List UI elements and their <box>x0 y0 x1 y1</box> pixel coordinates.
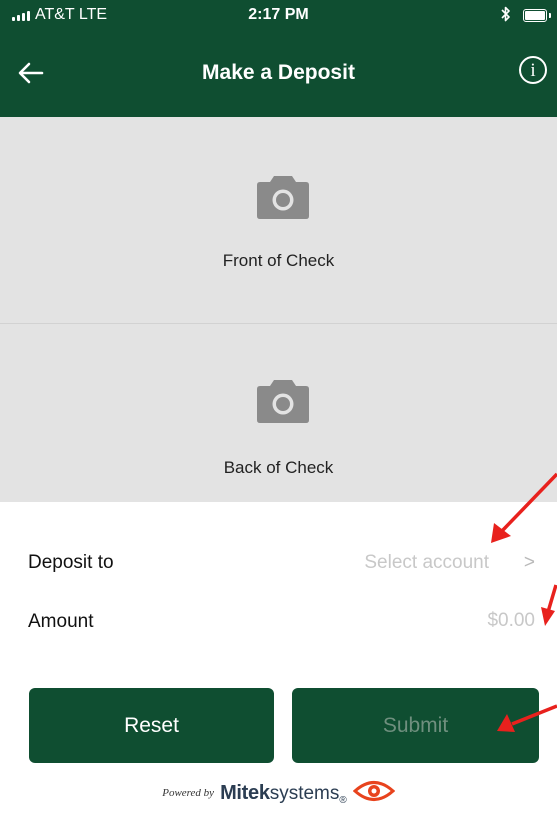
app-header: AT&T LTE 2:17 PM Make a Deposit i <box>0 0 557 117</box>
camera-icon <box>257 380 309 423</box>
reset-button[interactable]: Reset <box>29 688 274 763</box>
back-of-check-label: Back of Check <box>223 458 334 477</box>
mitek-brand: Miteksystems® <box>220 781 347 806</box>
mitek-eye-logo-icon <box>352 781 395 801</box>
front-of-check-capture[interactable]: Front of Check <box>0 117 557 323</box>
status-bar: AT&T LTE 2:17 PM <box>0 0 557 32</box>
chevron-right-icon: > <box>523 552 535 573</box>
info-button[interactable]: i <box>519 56 547 84</box>
submit-button[interactable]: Submit <box>292 688 539 763</box>
amount-row: Amount <box>0 599 557 643</box>
back-of-check-capture[interactable]: Back of Check <box>0 324 557 502</box>
amount-input[interactable] <box>393 609 537 633</box>
bluetooth-icon <box>501 6 510 22</box>
deposit-to-row[interactable]: Deposit to Select account > <box>0 540 557 584</box>
brand-name-light: systems <box>269 782 340 804</box>
info-icon: i <box>530 60 536 81</box>
brand-name-strong: Mitek <box>220 781 270 804</box>
front-of-check-label: Front of Check <box>222 251 335 270</box>
powered-by-footer: Powered by Miteksystems® <box>0 778 557 808</box>
registered-mark: ® <box>339 794 347 806</box>
camera-icon <box>257 176 309 219</box>
page-title: Make a Deposit <box>202 61 355 84</box>
battery-nub <box>549 13 551 18</box>
powered-by-label: Powered by <box>162 787 215 799</box>
battery-icon <box>523 9 547 22</box>
select-account-value[interactable]: Select account <box>364 552 489 574</box>
status-time: 2:17 PM <box>248 6 309 23</box>
amount-label: Amount <box>28 611 94 632</box>
deposit-to-label: Deposit to <box>28 552 114 573</box>
